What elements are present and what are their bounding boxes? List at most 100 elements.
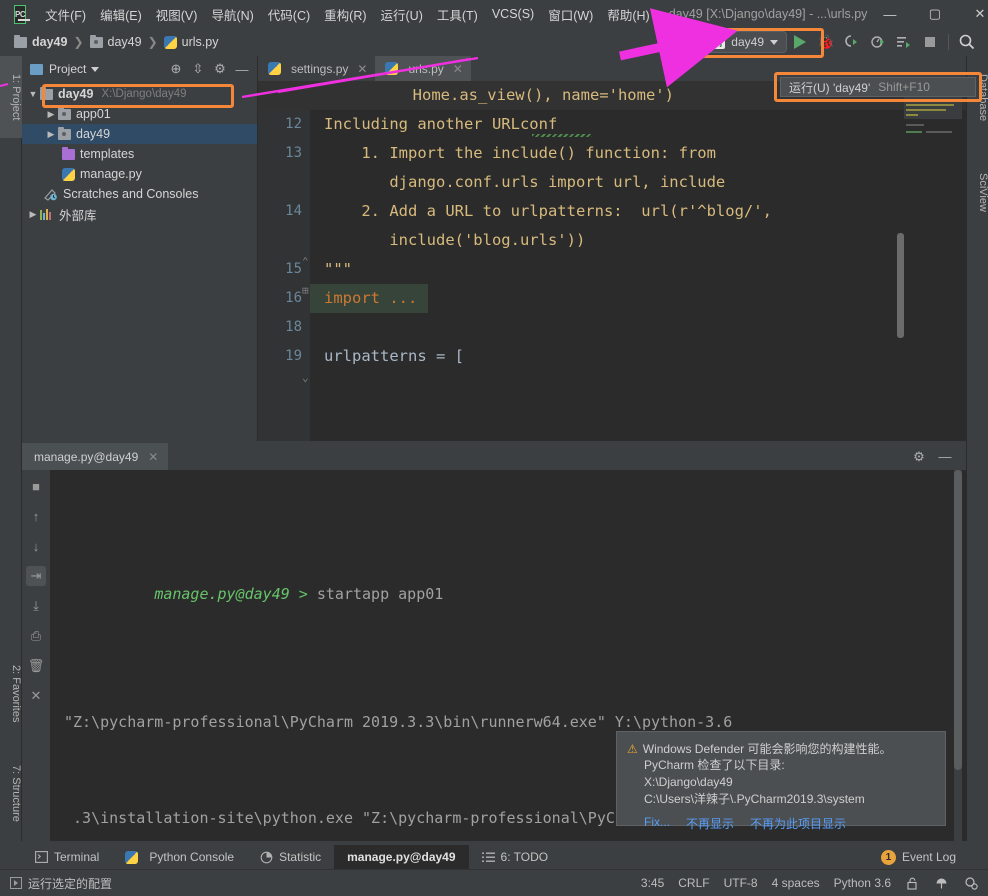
run-anything-button[interactable] — [891, 30, 917, 54]
menu-file[interactable]: 文件(F) — [38, 2, 93, 27]
editor-scrollbar[interactable] — [897, 233, 904, 338]
stop-button[interactable] — [917, 30, 943, 54]
warning-icon: ⚠ — [627, 742, 638, 756]
close-icon[interactable]: ✕ — [148, 450, 158, 464]
gear-icon[interactable]: ⚙ — [209, 58, 231, 80]
project-panel-header: Project ⊕ ⇳ ⚙ — — [22, 56, 257, 82]
maximize-button[interactable]: ▢ — [912, 0, 957, 28]
external-libraries-icon — [40, 208, 54, 220]
bottom-tab-manage-py[interactable]: manage.py@day49 — [334, 845, 469, 869]
menu-help[interactable]: 帮助(H) — [600, 2, 656, 27]
tree-item-app01[interactable]: ▶ app01 — [22, 104, 257, 124]
tool-tab-sciview[interactable]: SciView — [967, 150, 988, 234]
tool-tab-structure[interactable]: 7: Structure — [0, 746, 22, 841]
close-button[interactable]: ✕ — [957, 0, 988, 28]
menu-refactor[interactable]: 重构(R) — [317, 2, 373, 27]
line-number: 19 — [285, 348, 302, 364]
tree-item-external-libraries[interactable]: ▶ 外部库 — [22, 204, 257, 224]
profile-button[interactable] — [865, 30, 891, 54]
breadcrumb-item-file[interactable]: urls.py — [163, 35, 218, 49]
run-tooltip-label: 运行(U) 'day49' — [789, 80, 871, 95]
hide-icon[interactable]: — — [231, 58, 253, 80]
code-fold-marker-urlpatterns[interactable]: ⌄ — [302, 371, 309, 384]
python-interpreter[interactable]: Python 3.6 — [834, 876, 891, 890]
menu-vcs[interactable]: VCS(S) — [485, 4, 541, 24]
inspector-icon[interactable] — [934, 876, 949, 891]
tree-item-day49-module[interactable]: ▶ day49 — [22, 124, 257, 144]
tool-tab-project[interactable]: 1: Project — [0, 56, 22, 138]
menu-code[interactable]: 代码(C) — [261, 2, 317, 27]
breadcrumb-label: day49 — [32, 35, 68, 49]
code-fold-marker[interactable]: ⌃ — [302, 255, 309, 268]
balloon-actions: Fix... 不再显示 不再为此项目显示 — [644, 815, 935, 832]
chevron-expanded-icon[interactable]: ▼ — [26, 89, 40, 99]
scroll-to-end-icon[interactable]: ⤓ — [26, 596, 46, 616]
menu-view[interactable]: 视图(V) — [149, 2, 205, 27]
pycharm-logo-icon: PC — [14, 4, 31, 24]
menu-window[interactable]: 窗口(W) — [541, 2, 600, 27]
tool-tab-database[interactable]: Database — [967, 58, 988, 138]
breadcrumb-item-project[interactable]: day49 — [14, 34, 68, 49]
code-fold-expand-marker[interactable]: ⊞ — [302, 284, 309, 297]
project-tool-window: Project ⊕ ⇳ ⚙ — ▼ day49 X:\Django\day49 … — [22, 56, 258, 441]
menu-navigate[interactable]: 导航(N) — [204, 2, 260, 27]
event-log-button[interactable]: 1 Event Log — [880, 849, 966, 865]
menu-tools[interactable]: 工具(T) — [430, 2, 485, 27]
editor-tab-urls-py[interactable]: urls.py ✕ — [375, 56, 471, 81]
run-button[interactable] — [787, 30, 813, 54]
next-occurrence-icon[interactable]: ↓ — [26, 536, 46, 556]
statistic-icon — [260, 851, 273, 863]
clear-all-icon[interactable]: 🗑 — [26, 656, 46, 676]
indent-setting[interactable]: 4 spaces — [772, 876, 820, 890]
bottom-tab-todo[interactable]: 6: TODO — [469, 845, 562, 869]
soft-wrap-icon[interactable]: ⇥ — [26, 566, 46, 586]
lock-icon[interactable] — [905, 876, 920, 891]
bottom-tab-statistic[interactable]: Statistic — [247, 845, 334, 869]
caret-position[interactable]: 3:45 — [641, 876, 664, 890]
chevron-collapsed-icon[interactable]: ▶ — [44, 129, 58, 140]
file-encoding[interactable]: UTF-8 — [724, 876, 758, 890]
editor-minimap[interactable] — [904, 81, 962, 441]
spellcheck-underline — [532, 134, 592, 137]
prev-occurrence-icon[interactable]: ↑ — [26, 506, 46, 526]
balloon-dont-show-project-link[interactable]: 不再为此项目显示 — [750, 815, 846, 832]
editor-area: settings.py ✕ urls.py ✕ 12 13 14 15 16 1… — [258, 56, 966, 441]
code-editor[interactable]: 12 13 14 15 16 18 19 ⌃ ⊞ ⌄ Home.as_view(… — [258, 81, 966, 441]
close-icon[interactable]: ✕ — [26, 686, 46, 706]
background-tasks-icon[interactable] — [963, 876, 978, 891]
line-separator[interactable]: CRLF — [678, 876, 709, 890]
tree-item-manage-py[interactable]: manage.py — [22, 164, 257, 184]
hide-icon[interactable]: — — [934, 446, 956, 468]
balloon-dont-show-link[interactable]: 不再显示 — [686, 815, 734, 832]
console-scrollbar[interactable] — [954, 470, 962, 841]
module-folder-icon — [89, 34, 103, 48]
close-icon[interactable]: ✕ — [357, 62, 367, 76]
collapse-all-icon[interactable]: ⇳ — [187, 58, 209, 80]
run-coverage-button[interactable] — [839, 30, 865, 54]
tool-tab-favorites[interactable]: 2: Favorites — [0, 646, 22, 742]
chevron-collapsed-icon[interactable]: ▶ — [26, 209, 40, 220]
print-icon[interactable]: ⎙ — [26, 626, 46, 646]
menu-run[interactable]: 运行(U) — [374, 2, 430, 27]
tree-item-scratches[interactable]: Scratches and Consoles — [22, 184, 257, 204]
debug-button[interactable]: 🐞 — [813, 30, 839, 54]
bottom-tab-python-console[interactable]: Python Console — [112, 845, 247, 869]
select-opened-file-icon[interactable]: ⊕ — [165, 58, 187, 80]
console-tab-manage-py[interactable]: manage.py@day49 ✕ — [22, 443, 169, 470]
bottom-tab-terminal[interactable]: Terminal — [22, 845, 112, 869]
code-text-area[interactable]: Home.as_view(), name='home') Including a… — [310, 81, 966, 441]
gear-icon[interactable]: ⚙ — [908, 446, 930, 468]
run-configuration-selector[interactable]: dj day49 — [702, 31, 787, 53]
balloon-fix-link[interactable]: Fix... — [644, 815, 670, 832]
minimize-button[interactable]: — — [867, 0, 912, 28]
menu-edit[interactable]: 编辑(E) — [93, 2, 149, 27]
tree-item-templates[interactable]: templates — [22, 144, 257, 164]
breadcrumb-item-module[interactable]: day49 — [89, 34, 142, 49]
chevron-down-icon[interactable] — [91, 66, 100, 72]
editor-tab-settings-py[interactable]: settings.py ✕ — [258, 56, 375, 81]
chevron-collapsed-icon[interactable]: ▶ — [44, 109, 58, 120]
rerun-stop-icon[interactable]: ■ — [26, 476, 46, 496]
tree-item-day49-root[interactable]: ▼ day49 X:\Django\day49 — [22, 84, 257, 104]
search-everywhere-button[interactable] — [954, 30, 980, 54]
close-icon[interactable]: ✕ — [453, 62, 463, 76]
